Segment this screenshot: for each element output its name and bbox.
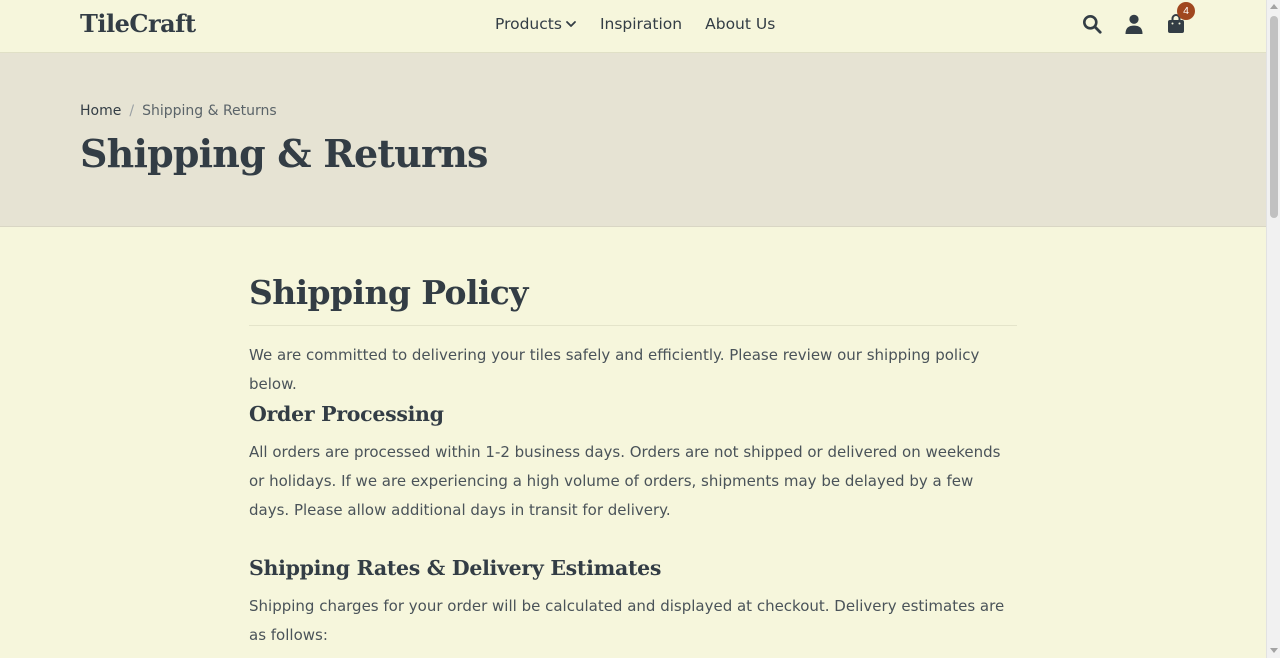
subsection-title: Shipping Rates & Delivery Estimates (249, 556, 662, 580)
cart-button[interactable]: 4 (1165, 2, 1195, 35)
scroll-down-arrow[interactable] (1270, 648, 1278, 653)
scroll-thumb[interactable] (1270, 16, 1278, 218)
nav-products[interactable]: Products (495, 15, 577, 33)
section-heading: Shipping Policy (249, 273, 528, 312)
site-logo[interactable]: TileCraft (80, 9, 196, 38)
site-header: TileCraft Products Inspiration About Us … (0, 0, 1266, 53)
search-button[interactable] (1081, 13, 1103, 35)
nav-about-us[interactable]: About Us (705, 15, 775, 33)
chevron-down-icon (566, 21, 576, 27)
nav-products-label: Products (495, 15, 562, 33)
user-icon (1125, 14, 1143, 34)
cart-count-badge: 4 (1177, 2, 1195, 20)
subsection-title: Order Processing (249, 402, 444, 426)
breadcrumb-separator: / (129, 103, 135, 119)
intro-text: We are committed to delivering your tile… (249, 346, 980, 393)
main-nav: Products Inspiration About Us (495, 15, 775, 33)
subsection-body: All orders are processed within 1-2 busi… (249, 443, 1001, 519)
breadcrumb: Home / Shipping & Returns (80, 103, 277, 119)
subsection-body: Shipping charges for your order will be … (249, 597, 1005, 644)
page-scrollbar[interactable] (1266, 0, 1280, 658)
search-icon (1083, 15, 1102, 34)
page-hero: Home / Shipping & Returns Shipping & Ret… (0, 53, 1266, 227)
breadcrumb-current: Shipping & Returns (142, 103, 277, 119)
scroll-up-arrow[interactable] (1270, 4, 1278, 9)
heading-divider (249, 325, 1017, 326)
breadcrumb-home[interactable]: Home (80, 103, 121, 119)
page-title: Shipping & Returns (80, 131, 488, 176)
account-button[interactable] (1123, 13, 1145, 35)
header-actions: 4 (1081, 2, 1195, 35)
nav-inspiration[interactable]: Inspiration (600, 15, 682, 33)
